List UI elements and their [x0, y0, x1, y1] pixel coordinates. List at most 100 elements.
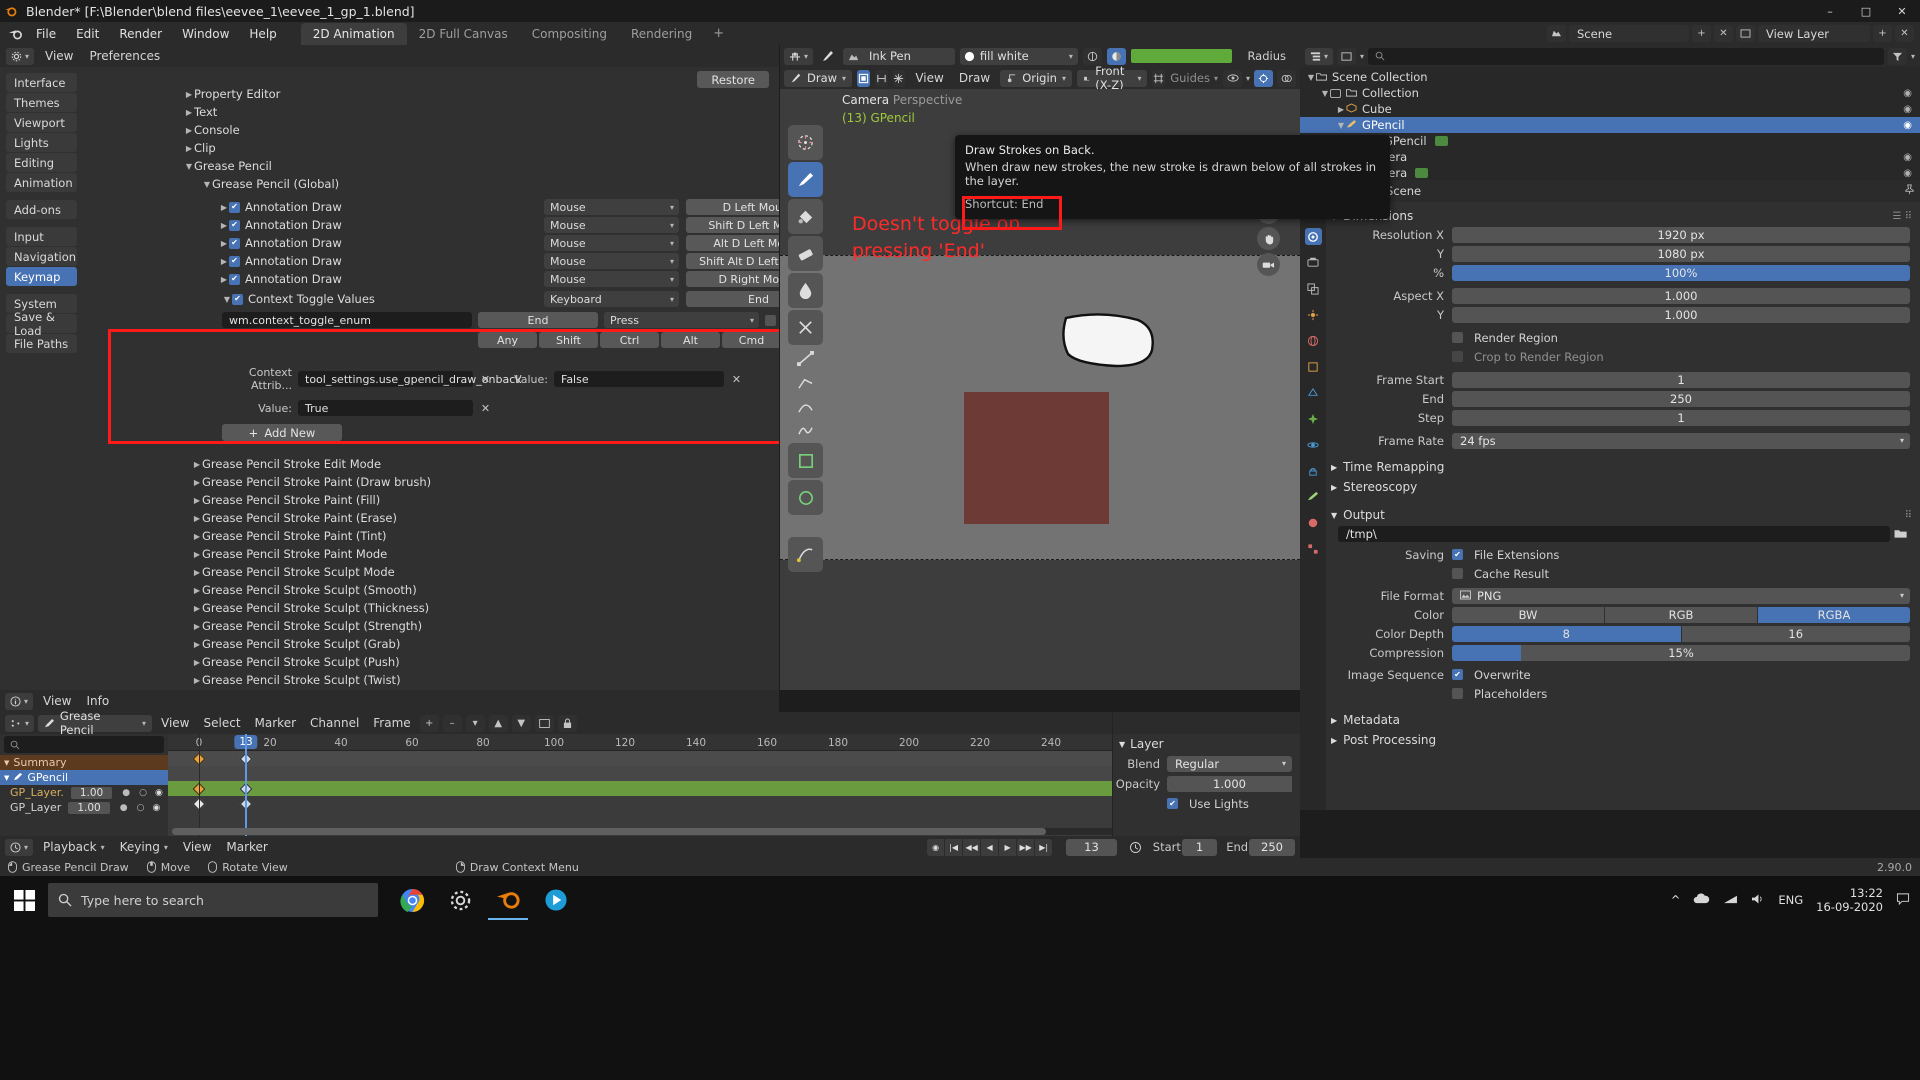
prefs-menu-view[interactable]: View	[40, 49, 78, 63]
nav-file-paths[interactable]: File Paths	[6, 334, 77, 353]
menu-render[interactable]: Render	[109, 24, 172, 44]
tab-scene-icon[interactable]	[1305, 306, 1322, 323]
context-attrib-field[interactable]: tool_settings.use_gpencil_draw_onback	[298, 371, 522, 387]
event-type-dropdown[interactable]: Mouse ▾	[544, 235, 679, 251]
tree-row-property-editor[interactable]: ▶ Property Editor	[92, 85, 762, 103]
tool-curve[interactable]	[788, 419, 823, 441]
keymap-group-row[interactable]: ▶ Grease Pencil Stroke Sculpt Mode	[192, 563, 779, 581]
tab-output-icon[interactable]	[1305, 254, 1322, 271]
keymap-group-row[interactable]: ▶ Grease Pencil Stroke Sculpt (Push)	[192, 653, 779, 671]
menu-window[interactable]: Window	[172, 24, 239, 44]
cache-result-checkbox-group[interactable]: Cache Result	[1452, 567, 1549, 581]
language-indicator[interactable]: ENG	[1778, 893, 1803, 907]
binding-button[interactable]: Alt D Left Mouse	[686, 235, 779, 251]
material-field[interactable]: Ink Pen	[843, 47, 955, 65]
mode-dropdown[interactable]: Draw ▾	[784, 69, 853, 87]
binding-button[interactable]: D Left Mouse	[686, 199, 779, 215]
tree-row-grease-pencil-global[interactable]: ▼ Grease Pencil (Global)	[92, 175, 762, 193]
tool-fill[interactable]	[788, 199, 823, 234]
binding-button[interactable]: Shift Alt D Left Mouse	[686, 253, 779, 269]
use-lights-checkbox-group[interactable]: Use Lights	[1167, 797, 1249, 811]
visibility-eye-icon[interactable]: ◉	[1903, 104, 1920, 115]
guides-toggle-icon[interactable]	[1152, 69, 1166, 87]
keymap-group-row[interactable]: ▶ Grease Pencil Stroke Sculpt (Smooth)	[192, 581, 779, 599]
tab-material-icon[interactable]	[1305, 514, 1322, 531]
auto-keying-icon[interactable]	[1129, 841, 1142, 854]
blender-taskbar-icon[interactable]	[488, 880, 528, 920]
playhead[interactable]	[245, 734, 247, 836]
editor-type-dropdown-timeline[interactable]: ▾	[5, 838, 34, 856]
taskbar-search-input[interactable]: Type here to search	[48, 883, 378, 917]
scene-name-field[interactable]: Scene	[1569, 25, 1689, 42]
channel-search-input[interactable]	[4, 736, 164, 753]
event-type-dropdown[interactable]: Mouse ▾	[544, 199, 679, 215]
menu-edit[interactable]: Edit	[66, 24, 109, 44]
play-reverse-icon[interactable]: ◀	[981, 838, 999, 856]
clear-context-attrib-icon[interactable]: ✕	[479, 373, 492, 386]
tool-draw[interactable]	[788, 162, 823, 197]
guides-label-group[interactable]: Guides ▾	[1170, 71, 1218, 85]
nav-themes[interactable]: Themes	[6, 93, 77, 112]
tab-data-icon[interactable]	[1305, 488, 1322, 505]
nav-editing[interactable]: Editing	[6, 153, 77, 172]
gizmo-toggle-icon[interactable]	[1254, 69, 1274, 87]
enabled-checkbox[interactable]	[232, 293, 243, 305]
tab-2d-full-canvas[interactable]: 2D Full Canvas	[407, 23, 520, 45]
tab-constraints-icon[interactable]	[1305, 462, 1322, 479]
blender-logo-icon[interactable]	[6, 25, 26, 43]
section-post-processing[interactable]: ▶ Post Processing	[1326, 730, 1920, 750]
operator-field[interactable]: wm.context_toggle_enum	[222, 312, 472, 328]
modifier-any-button[interactable]: Any	[478, 332, 537, 348]
tab-texture-icon[interactable]	[1305, 540, 1322, 557]
dope-menu-channel[interactable]: Channel	[305, 716, 364, 730]
tab-world-icon[interactable]	[1305, 332, 1322, 349]
nav-navigation[interactable]: Navigation	[6, 247, 77, 266]
visibility-icon[interactable]	[1223, 69, 1242, 87]
onion-skin-icon[interactable]: ●	[120, 803, 128, 813]
placeholders-checkbox-group[interactable]: Placeholders	[1452, 687, 1547, 701]
event-type-dropdown[interactable]: Mouse ▾	[544, 271, 679, 287]
file-format-dropdown[interactable]: PNG ▾	[1452, 587, 1910, 604]
dopesheet-mode-dropdown[interactable]: Grease Pencil ▾	[38, 709, 153, 737]
nav-interface[interactable]: Interface	[6, 73, 77, 92]
settings-gear-icon[interactable]	[440, 880, 480, 920]
event-type-dropdown[interactable]: Mouse ▾	[544, 253, 679, 269]
editor-type-dropdown-info[interactable]: ▾	[5, 692, 34, 710]
keymap-group-row[interactable]: ▶ Grease Pencil Stroke Paint (Tint)	[192, 527, 779, 545]
repeat-checkbox[interactable]	[765, 314, 776, 326]
enabled-checkbox[interactable]	[229, 201, 240, 213]
keymap-group-row[interactable]: ▶ Grease Pencil Stroke Sculpt (Thickness)	[192, 599, 779, 617]
view-axis-dropdown[interactable]: Front (X-Z) ▾	[1076, 64, 1148, 92]
event-type-dropdown[interactable]: Keyboard ▾	[544, 291, 679, 307]
move-up-icon[interactable]: ▲	[488, 714, 508, 732]
clear-value-left-icon[interactable]: ✕	[479, 402, 492, 415]
prefs-menu-preferences[interactable]: Preferences	[85, 49, 166, 63]
color-depth-option-16[interactable]: 16	[1681, 625, 1910, 642]
mask-icon[interactable]: ○	[139, 788, 147, 798]
jump-end-icon[interactable]: ▶|	[1035, 838, 1053, 856]
info-menu-info[interactable]: Info	[82, 694, 115, 708]
keymap-group-row[interactable]: ▶ Grease Pencil Stroke Sculpt (Grab)	[192, 635, 779, 653]
play-icon[interactable]: ▶	[999, 838, 1017, 856]
outliner-search-input[interactable]	[1368, 47, 1884, 65]
timeline-menu-marker[interactable]: Marker	[221, 840, 272, 854]
nav-addons[interactable]: Add-ons	[6, 200, 77, 219]
shading-solid-icon[interactable]	[1106, 47, 1126, 65]
channel-row-gpencil[interactable]: ▼ GPencil	[0, 770, 168, 785]
new-scene-icon[interactable]: +	[1692, 25, 1711, 42]
keymap-row[interactable]: ▶ Annotation Draw Mouse▾ Shift D Left Mo…	[82, 216, 779, 234]
viewport-menu-view[interactable]: View	[910, 71, 948, 85]
clear-value-right-icon[interactable]: ✕	[730, 373, 743, 386]
keymap-group-row[interactable]: ▶ Grease Pencil Stroke Edit Mode	[192, 455, 779, 473]
dope-menu-marker[interactable]: Marker	[250, 716, 301, 730]
add-workspace-button[interactable]: +	[704, 22, 733, 45]
tab-rendering[interactable]: Rendering	[619, 23, 704, 45]
preset-icon[interactable]: ☰ ⠿	[1893, 211, 1920, 222]
editor-type-dropdown-dopesheet[interactable]: ▾	[5, 714, 35, 732]
tree-row-console[interactable]: ▶ Console	[92, 121, 762, 139]
keymap-row[interactable]: ▶ Annotation Draw Mouse▾ Alt D Left Mous…	[82, 234, 779, 252]
keymap-row[interactable]: ▶ Annotation Draw Mouse▾ Shift Alt D Lef…	[82, 252, 779, 270]
section-metadata[interactable]: ▶ Metadata	[1326, 710, 1920, 730]
frame-end-field[interactable]: 250	[1452, 390, 1910, 407]
color-option-rgb[interactable]: RGB	[1605, 606, 1757, 623]
